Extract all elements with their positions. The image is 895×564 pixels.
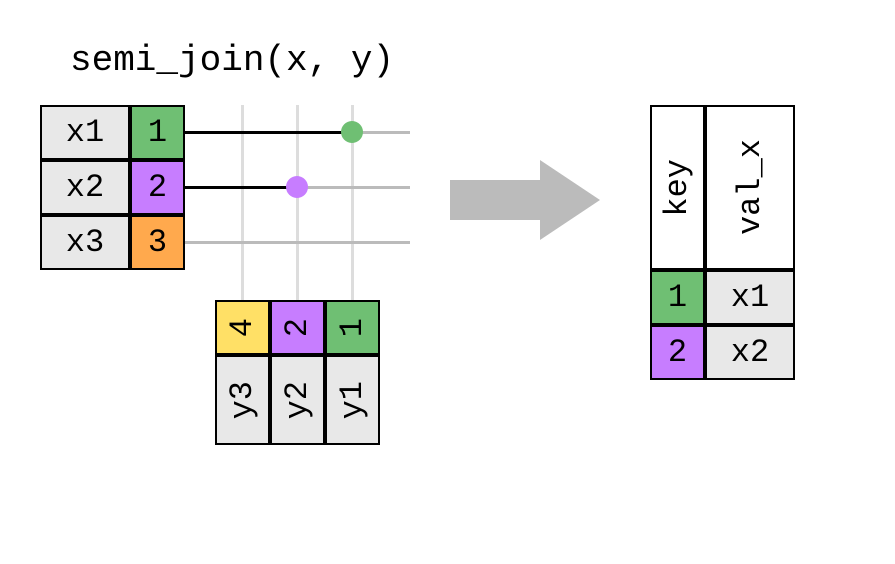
y-val-1: y2 bbox=[270, 355, 325, 445]
hline-gray-2 bbox=[185, 241, 410, 244]
match-line-1 bbox=[185, 186, 298, 189]
y-val-0: y3 bbox=[215, 355, 270, 445]
x-val-0: x1 bbox=[40, 105, 130, 160]
x-key-2: 3 bbox=[130, 215, 185, 270]
y-key-0: 4 bbox=[215, 300, 270, 355]
result-val-0: x1 bbox=[705, 270, 795, 325]
match-line-0 bbox=[185, 131, 353, 134]
result-key-1: 2 bbox=[650, 325, 705, 380]
x-val-2: x3 bbox=[40, 215, 130, 270]
result-header-key: key bbox=[650, 105, 705, 270]
guide-vline-0 bbox=[241, 105, 244, 300]
x-val-1: x2 bbox=[40, 160, 130, 215]
arrow-icon bbox=[440, 150, 610, 250]
semi-join-diagram: semi_join(x, y) x1 1 x2 2 x3 3 4 2 1 y3 … bbox=[20, 20, 895, 544]
y-key-1: 2 bbox=[270, 300, 325, 355]
x-key-1: 2 bbox=[130, 160, 185, 215]
guide-vline-1 bbox=[296, 105, 299, 300]
result-header-valx: val_x bbox=[705, 105, 795, 270]
diagram-title: semi_join(x, y) bbox=[70, 40, 394, 81]
y-val-2: y1 bbox=[325, 355, 380, 445]
x-key-0: 1 bbox=[130, 105, 185, 160]
match-dot-1 bbox=[286, 176, 308, 198]
y-key-2: 1 bbox=[325, 300, 380, 355]
match-dot-0 bbox=[341, 121, 363, 143]
result-key-0: 1 bbox=[650, 270, 705, 325]
result-val-1: x2 bbox=[705, 325, 795, 380]
